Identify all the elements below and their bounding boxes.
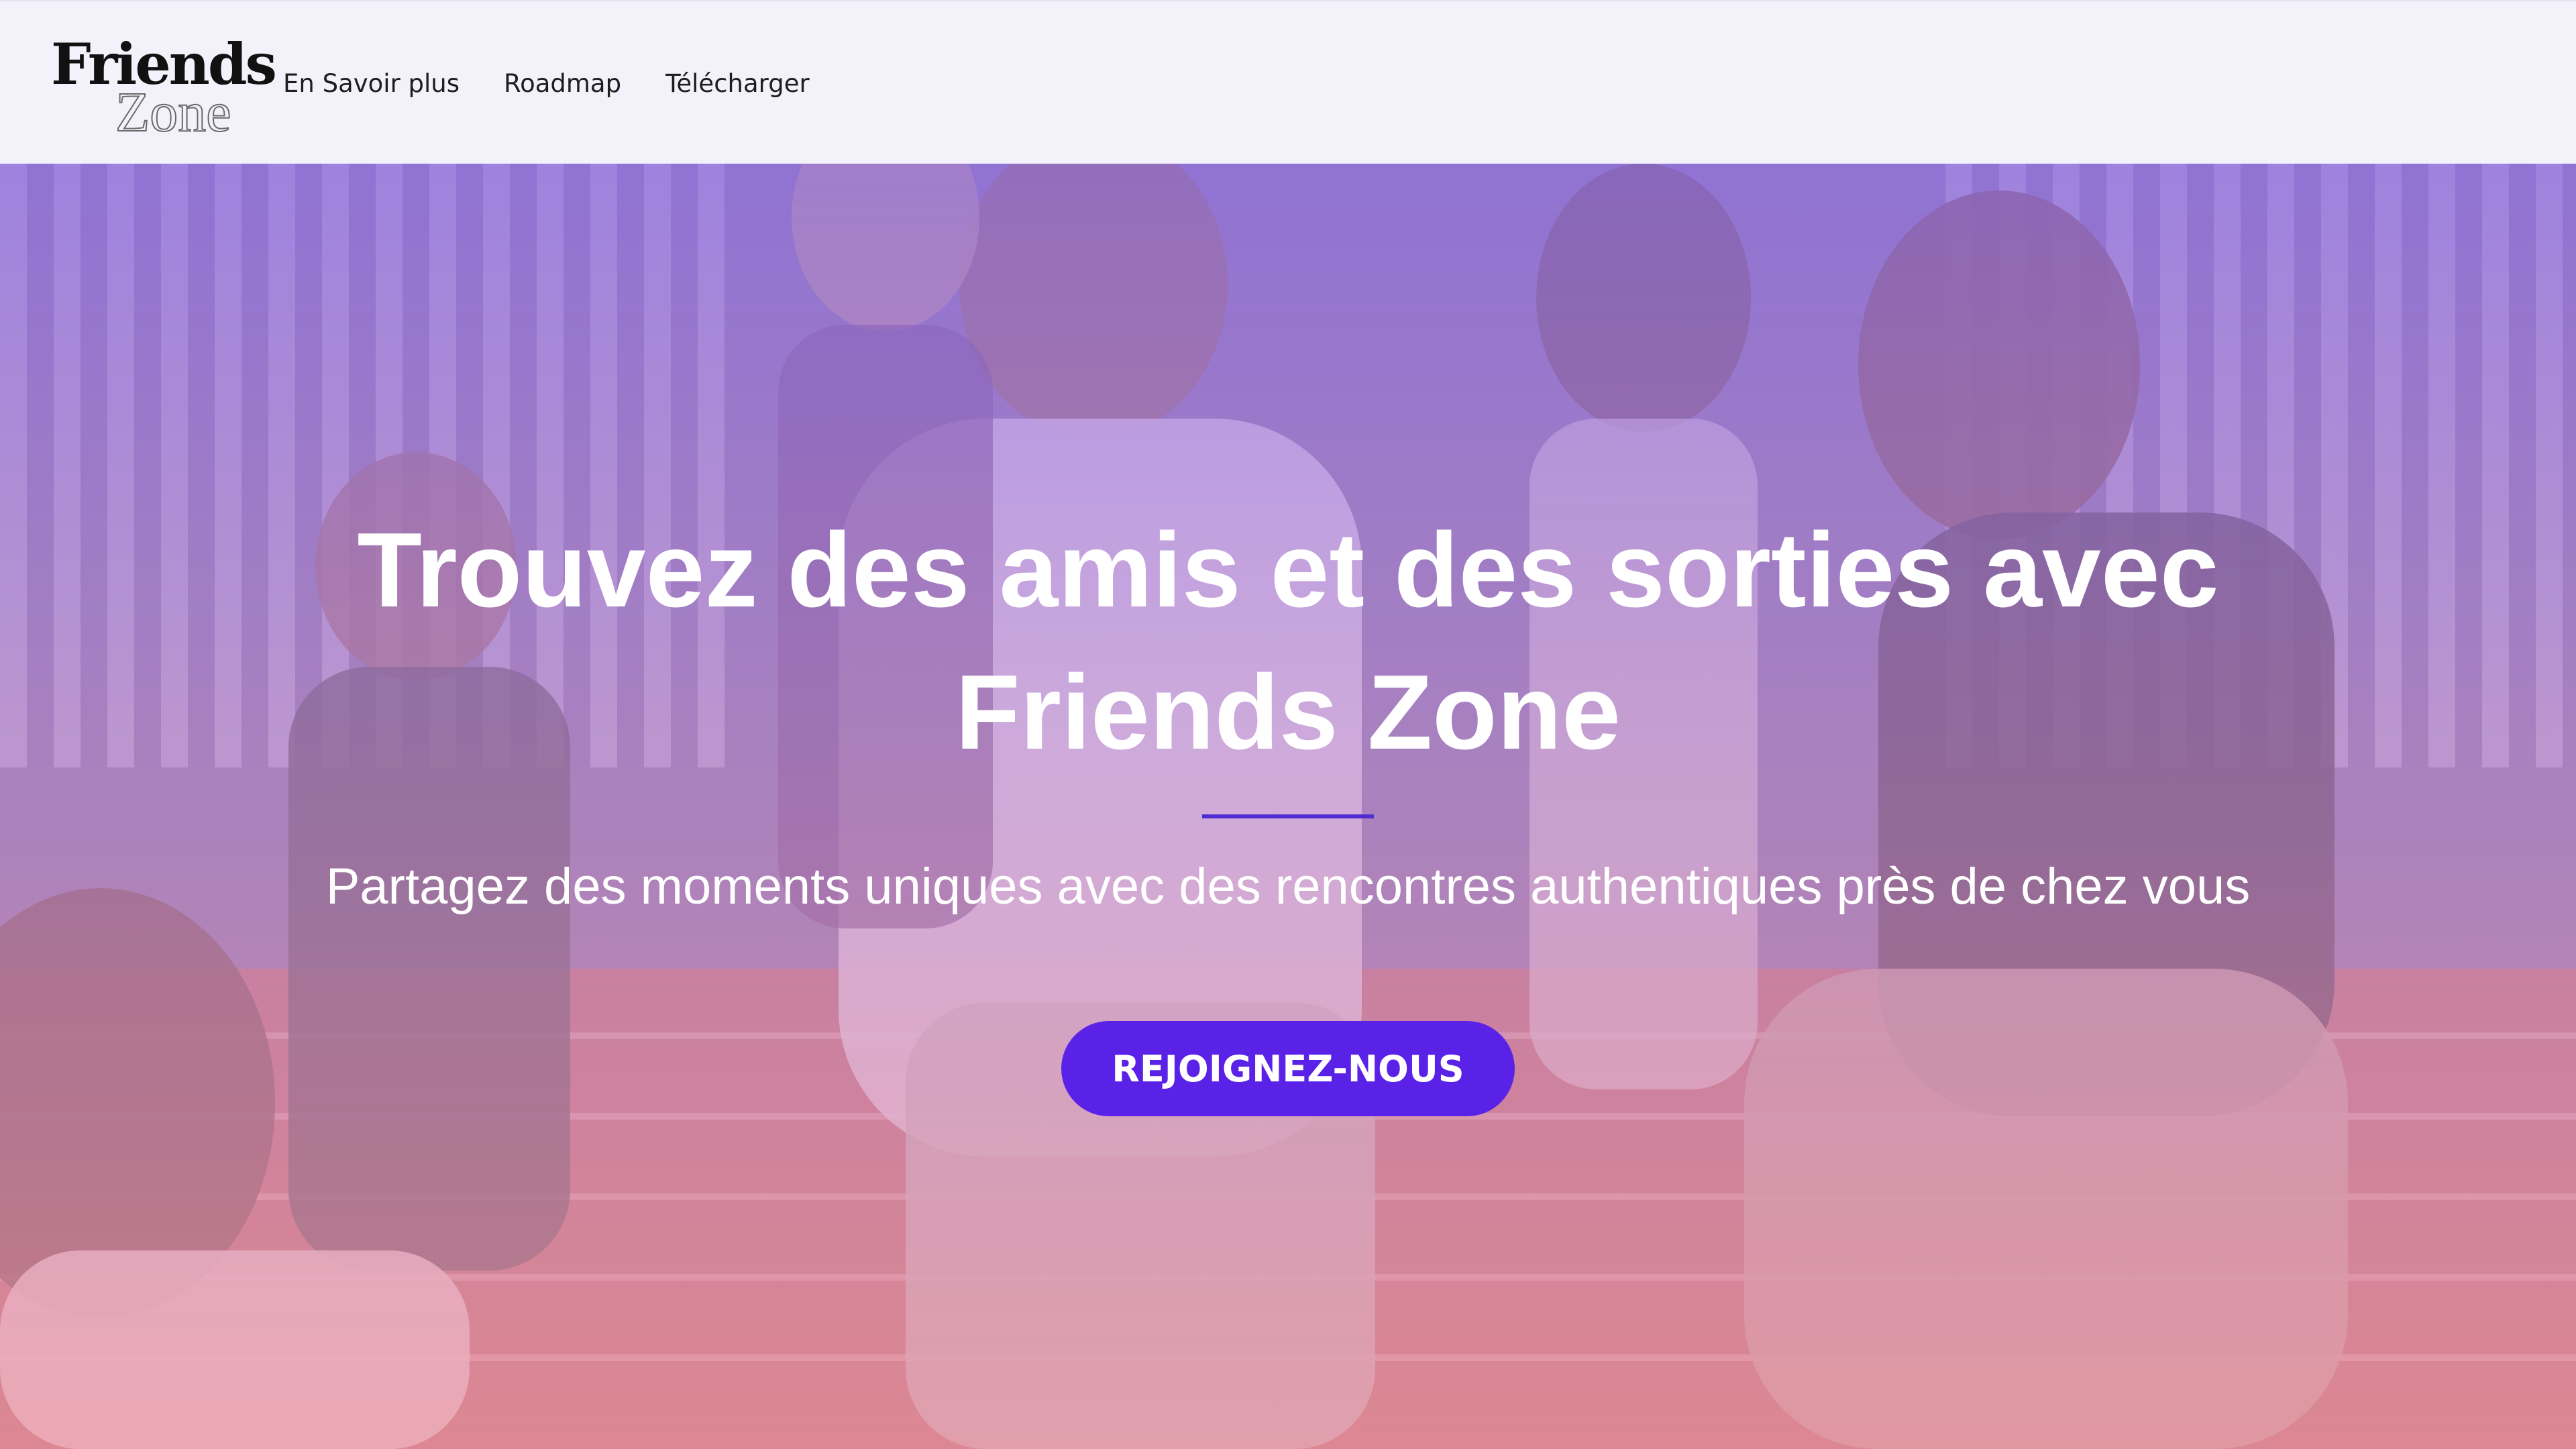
site-header: Friends Zone En Savoir plus Roadmap Télé… xyxy=(0,0,2576,164)
nav-link-en-savoir-plus[interactable]: En Savoir plus xyxy=(283,69,460,98)
logo-text-zone: Zone xyxy=(115,81,232,144)
hero-title: Trouvez des amis et des sorties avec Fri… xyxy=(357,511,2219,771)
join-us-button[interactable]: REJOIGNEZ-NOUS xyxy=(1061,1021,1515,1116)
hero-subtitle: Partagez des moments uniques avec des re… xyxy=(325,858,2251,915)
hero-content: Trouvez des amis et des sorties avec Fri… xyxy=(0,164,2576,1449)
nav-link-telecharger[interactable]: Télécharger xyxy=(665,69,810,98)
hero-section: Trouvez des amis et des sorties avec Fri… xyxy=(0,164,2576,1449)
main-nav: En Savoir plus Roadmap Télécharger xyxy=(283,1,810,165)
nav-link-roadmap[interactable]: Roadmap xyxy=(504,69,621,98)
page: Friends Zone En Savoir plus Roadmap Télé… xyxy=(0,0,2576,1449)
hero-divider xyxy=(1202,814,1374,818)
logo[interactable]: Friends Zone xyxy=(51,32,277,144)
